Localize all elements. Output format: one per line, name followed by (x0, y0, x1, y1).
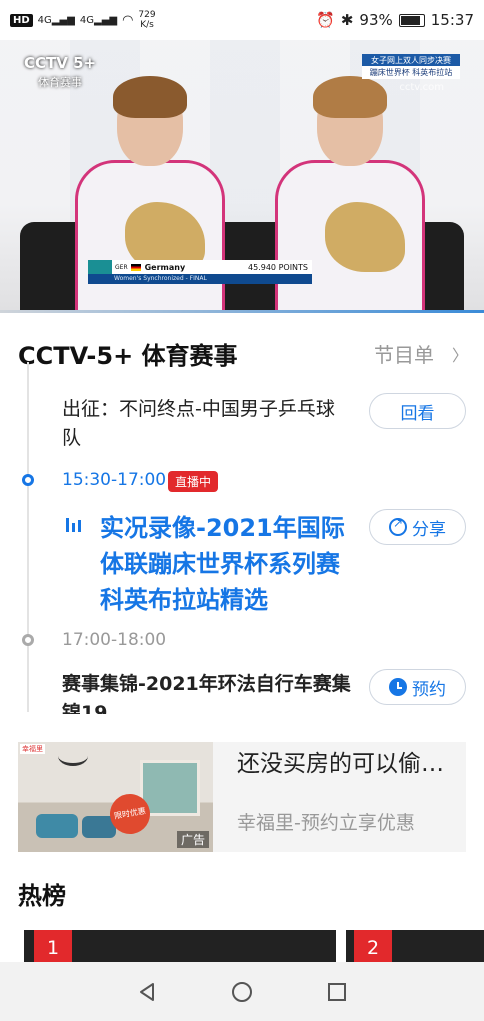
battery-percent: 93% (359, 11, 393, 29)
channel-header: CCTV-5+ 体育赛事 节目单 〉 (18, 336, 468, 371)
signal-icon: 4G▂▄▆ (37, 14, 75, 26)
timeline-dot-next (22, 634, 34, 646)
live-badge: 直播中 (168, 471, 219, 492)
rank-badge: 2 (354, 930, 392, 966)
ad-tag: 广告 (176, 831, 209, 848)
ad-title: 还没买房的可以偷偷看看了 (237, 751, 465, 777)
ad-subtitle: 幸福里-预约立享优惠 (237, 812, 415, 834)
chevron-right-icon: 〉 (451, 345, 468, 365)
hd-badge: HD (10, 13, 33, 27)
hot-list-title: 热榜 (18, 882, 66, 910)
event-name: Women's Synchronized - FINAL (88, 274, 312, 284)
system-nav-bar (0, 962, 484, 1021)
replay-button[interactable]: 回看 (369, 393, 466, 429)
clock-icon (389, 678, 407, 696)
channel-logo: CCTV 5+ (24, 54, 97, 72)
caption-event: 蹦床世界杯 科英布拉站 (362, 66, 460, 79)
recents-icon[interactable] (322, 977, 352, 1007)
program-title[interactable]: 出征：不问终点-中国男子乒乓球队 (62, 395, 352, 453)
program-time-live: 15:30-17:00 (62, 470, 167, 490)
program-time-next: 17:00-18:00 (62, 630, 167, 650)
status-bar: HD 4G▂▄▆ 4G▂▄▆ ◠ 729 K/s ⏰ ✱ 93% 15:37 (0, 0, 484, 40)
share-button[interactable]: 分享 (369, 509, 466, 545)
team-points: 45.940 POINTS (248, 262, 308, 272)
video-progress-bar[interactable] (0, 310, 484, 313)
playing-icon (66, 518, 81, 532)
program-title-next[interactable]: 赛事集锦-2021年环法自行车赛集锦19 (62, 670, 352, 714)
channel-logo-sub: 体育赛事 (38, 76, 82, 89)
video-player[interactable]: CCTV 5+ 体育赛事 女子网上双人同步决赛 蹦床世界杯 科英布拉站 cctv… (0, 40, 484, 312)
battery-icon (398, 13, 425, 27)
program-title-live[interactable]: 实况录像-2021年国际体联蹦床世界杯系列赛 科英布拉站精选 (100, 510, 350, 618)
channel-title: CCTV-5+ 体育赛事 (18, 342, 238, 370)
team-name: Germany (144, 262, 186, 272)
germany-flag-icon (130, 263, 141, 271)
home-icon[interactable] (227, 977, 257, 1007)
timeline-line (27, 362, 29, 712)
back-icon[interactable] (132, 977, 162, 1007)
wifi-icon: ◠ (122, 12, 134, 28)
clock: 15:37 (430, 11, 474, 29)
watermark: cctv.com (399, 82, 444, 93)
timeline-dot-live (22, 474, 34, 486)
alarm-icon: ⏰ (316, 11, 335, 29)
network-speed: 729 K/s (138, 10, 156, 30)
score-lower-third: GER Germany 45.940 POINTS (88, 260, 312, 274)
schedule-link[interactable]: 节目单 〉 (374, 339, 468, 368)
lower-third-code (88, 260, 112, 274)
signal-icon-2: 4G▂▄▆ (79, 14, 118, 26)
lamp-icon (58, 746, 88, 766)
ad-image: 限时优惠 幸福里 广告 (18, 742, 213, 852)
rank-badge: 1 (34, 930, 72, 966)
share-icon (389, 516, 407, 536)
bluetooth-icon: ✱ (340, 11, 354, 29)
ad-brand: 幸福里 (20, 744, 45, 754)
ad-banner[interactable]: 限时优惠 幸福里 广告 还没买房的可以偷偷看看了 幸福里-预约立享优惠 (18, 742, 466, 852)
reserve-button[interactable]: 预约 (369, 669, 466, 705)
video-progress-fill (0, 310, 484, 313)
